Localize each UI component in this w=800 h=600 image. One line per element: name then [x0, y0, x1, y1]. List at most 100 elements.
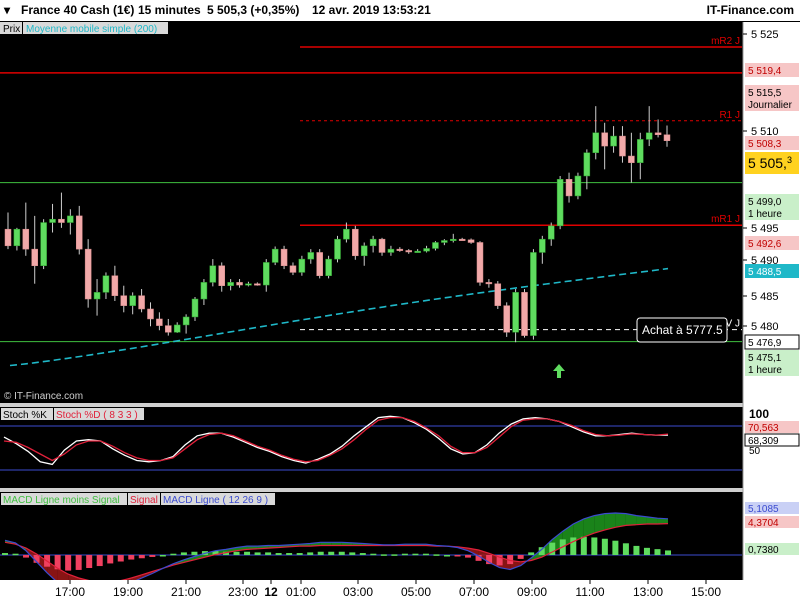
macd-histogram-bar	[254, 552, 261, 555]
x-tick-label: 21:00	[171, 585, 201, 599]
price-tag: Prix	[3, 24, 20, 35]
macd-histogram-bar	[23, 555, 30, 558]
candle-body	[637, 139, 644, 163]
macd-histogram-bar	[191, 551, 198, 555]
macd-histogram-bar	[107, 555, 114, 564]
candle-body	[503, 305, 510, 333]
candle-body	[396, 248, 404, 251]
candle-body	[316, 252, 323, 276]
x-tick-label: 03:00	[343, 585, 373, 599]
macd-value: 5,1085	[748, 504, 779, 515]
macd-histogram-bar	[444, 555, 450, 557]
candle-body	[289, 265, 297, 273]
macd-histogram-bar	[454, 555, 461, 557]
candle-body	[458, 238, 466, 241]
x-tick-label: 19:00	[113, 585, 143, 599]
macd-histogram-bar	[244, 551, 251, 555]
macd-histogram-bar	[601, 538, 608, 555]
level-value-label: 5 499,0	[748, 197, 782, 208]
candle-body	[325, 258, 332, 276]
macd-histogram-bar	[296, 553, 303, 555]
candle-body	[236, 282, 243, 286]
candle-body	[4, 228, 12, 247]
macd-histogram-bar	[622, 543, 629, 555]
macd-histogram-bar	[580, 536, 587, 555]
candle-body	[414, 250, 421, 253]
candle-body	[476, 242, 484, 283]
panel-separator-macd[interactable]	[0, 488, 800, 492]
buy-label: Achat à 5777.5	[642, 323, 723, 337]
candle-body	[280, 248, 288, 267]
candle-body	[156, 318, 163, 326]
candle-body	[387, 248, 395, 253]
candle-body	[271, 248, 279, 263]
macd-histogram-bar	[391, 554, 398, 556]
timeframe: 15 minutes	[138, 3, 201, 17]
instrument-name: France 40 Cash (1€)	[21, 3, 135, 17]
macd-histogram-bar	[86, 555, 93, 568]
candle-body	[547, 225, 555, 240]
level-sub-label: 1 heure	[748, 365, 782, 376]
last-quote: 5 505,3 (+0,35%)	[207, 3, 300, 17]
macd-histogram-bar	[591, 537, 598, 555]
brand-name: IT-Finance.com	[706, 3, 794, 17]
macd-histogram-bar	[412, 553, 419, 556]
candle-body	[129, 295, 136, 306]
macd-histogram-bar	[149, 555, 156, 557]
x-tick-label: 11:00	[575, 585, 604, 599]
candle-body	[138, 295, 145, 310]
x-tick-label: 07:00	[459, 585, 489, 599]
macd-histogram-bar	[401, 553, 408, 556]
macd-signal-legend: Signal	[130, 495, 158, 506]
macd-histogram-bar	[349, 552, 356, 555]
candle-body	[369, 238, 377, 247]
candle-body	[147, 308, 154, 320]
level-value-label: 5 475,1	[748, 353, 782, 364]
candle-body	[530, 252, 537, 336]
macd-histogram-bar	[643, 547, 650, 555]
candle-body	[601, 132, 608, 147]
candle-body	[49, 218, 56, 223]
candle-body	[75, 215, 83, 250]
macd-histogram-bar	[633, 545, 640, 555]
chart-header: ▾ France 40 Cash (1€) 15 minutes 5 505,3…	[0, 0, 800, 21]
level-sub-label: 1 heure	[748, 209, 782, 220]
candle-body	[352, 228, 359, 257]
hist-value: 0,7380	[748, 545, 779, 556]
level-label: R1 J	[719, 110, 740, 121]
candle-body	[307, 252, 315, 260]
candle-body	[13, 228, 21, 247]
candle-body	[67, 215, 74, 223]
candle-body	[592, 132, 600, 153]
candle-body	[102, 275, 110, 293]
candle-body	[360, 245, 368, 257]
candle-body	[512, 292, 519, 333]
candle-body	[619, 135, 626, 157]
macd-histogram-bar	[12, 553, 19, 556]
macd-histogram-bar	[170, 553, 177, 556]
candle-body	[521, 292, 528, 336]
macd-histogram-bar	[65, 555, 72, 571]
panel-separator-stoch[interactable]	[0, 403, 800, 407]
level-value-label: 5 492,6	[748, 239, 782, 250]
candle-body	[173, 324, 181, 333]
x-tick-label: 05:00	[401, 585, 431, 599]
macd-histogram-bar	[117, 555, 124, 562]
macd-histogram-bar	[2, 553, 8, 555]
macd-histogram-bar	[654, 549, 661, 555]
y-tick-label: 5 485	[751, 291, 779, 303]
macd-histogram-bar	[233, 551, 240, 555]
candle-body	[574, 175, 582, 197]
macd-histogram-bar	[180, 552, 187, 555]
macd-histogram-bar	[265, 552, 272, 555]
x-tick-label: 13:00	[633, 585, 663, 599]
header-arrow-icon[interactable]: ▾	[4, 3, 10, 17]
candle-body	[405, 250, 412, 253]
macd-histogram-bar	[328, 551, 335, 555]
chart-area[interactable]: mR2 JR1 JmR1 JPIV J 5 5255 5105 4955 490…	[0, 21, 800, 600]
macd-hist-legend: MACD Ligne moins Signal	[3, 495, 120, 506]
macd-histogram-bar	[286, 553, 293, 555]
x-tick-label: 01:00	[286, 585, 316, 599]
candle-body	[432, 242, 439, 249]
macd-histogram-bar	[159, 555, 166, 557]
